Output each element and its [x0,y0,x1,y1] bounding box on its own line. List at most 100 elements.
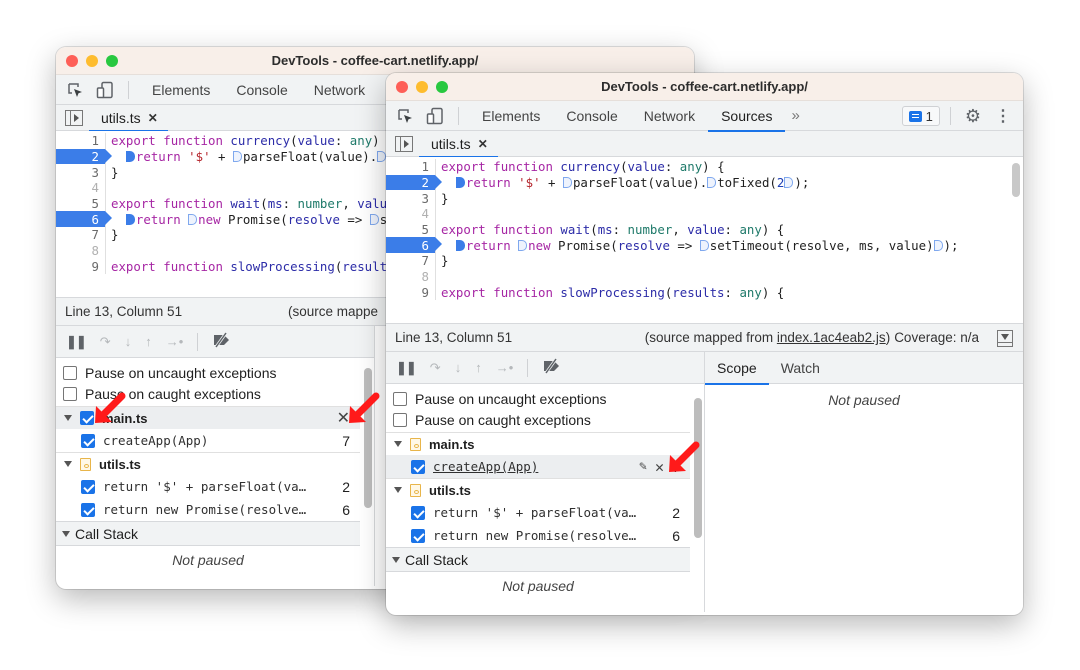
line-number[interactable]: 5 [56,195,106,212]
breakpoint-marker-icon[interactable] [455,239,465,251]
breakpoint-item[interactable]: return '$' + parseFloat(va… 2 [56,475,360,498]
line-number[interactable]: 1 [56,133,106,149]
tab-console[interactable]: Console [223,75,300,105]
code-line[interactable]: 5 export function wait(ms: number, value:… [386,221,1023,238]
line-number[interactable]: 1 [386,159,436,175]
pause-uncaught-row[interactable]: Pause on uncaught exceptions [56,362,360,383]
scrollbar[interactable] [694,398,702,538]
remove-file-breakpoints-icon[interactable]: ✕ [337,408,350,428]
inspect-element-icon[interactable] [394,105,416,127]
inline-breakpoint-icon[interactable] [377,151,387,163]
tab-scope[interactable]: Scope [705,352,769,385]
tab-watch[interactable]: Watch [769,352,832,384]
breakpoint-checkbox[interactable] [411,528,425,543]
line-number[interactable]: 5 [386,221,436,238]
pause-caught-checkbox[interactable] [393,412,407,427]
device-toolbar-icon[interactable] [424,105,446,127]
edit-breakpoint-icon[interactable]: ✎ [639,459,647,474]
file-tab-utils[interactable]: utils.ts ✕ [413,131,498,158]
code-line[interactable]: 8 [386,268,1023,285]
breakpoint-item[interactable]: createApp(App) ✎ ✕ 7 [386,455,690,478]
settings-gear-icon[interactable]: ⚙ [965,106,981,127]
breakpoint-code[interactable]: createApp(App) [433,459,639,474]
remove-breakpoint-icon[interactable]: ✕ [655,458,664,476]
close-window-button[interactable] [66,55,78,67]
breakpoint-item[interactable]: return new Promise(resolve… 6 [386,524,690,547]
step-over-icon[interactable]: ↷ [100,334,111,350]
code-line[interactable]: 9 export function slowProcessing(results:… [386,284,1023,301]
more-options-icon[interactable]: ⋮ [995,106,1011,126]
expand-icon[interactable] [64,461,72,467]
pause-caught-row[interactable]: Pause on caught exceptions [56,383,360,404]
code-line[interactable]: 1 export function currency(value: any) { [386,159,1023,175]
breakpoint-file-utils[interactable]: utils.ts [56,452,360,475]
call-stack-header[interactable]: Call Stack [386,547,690,572]
expand-icon[interactable] [62,530,70,537]
line-number[interactable]: 7 [386,253,436,269]
line-number[interactable]: 4 [386,206,436,222]
call-stack-header[interactable]: Call Stack [56,521,360,546]
breakpoint-marker-icon[interactable] [125,151,135,163]
inline-breakpoint-icon[interactable] [188,213,198,225]
line-number[interactable]: 9 [386,284,436,301]
breakpoint-item[interactable]: createApp(App) 7 [56,429,360,452]
tab-network[interactable]: Network [301,75,378,105]
pause-uncaught-checkbox[interactable] [63,365,77,380]
inline-breakpoint-icon[interactable] [707,177,717,189]
pause-caught-checkbox[interactable] [63,386,77,401]
step-out-icon[interactable]: ↑ [145,334,152,349]
title-bar[interactable]: DevTools - coffee-cart.netlify.app/ [386,73,1023,101]
inspect-element-icon[interactable] [64,79,86,101]
inline-breakpoint-icon[interactable] [933,239,943,251]
zoom-window-button[interactable] [436,81,448,93]
file-tab-utils[interactable]: utils.ts ✕ [83,105,168,132]
pause-icon[interactable]: ❚❚ [66,334,87,350]
expand-icon[interactable] [392,556,400,563]
code-line[interactable]: 6 return new Promise(resolve => setTimeo… [386,237,1023,254]
breakpoint-checkbox[interactable] [81,479,95,494]
device-toolbar-icon[interactable] [94,79,116,101]
step-out-icon[interactable]: ↑ [475,360,482,375]
code-line[interactable]: 3} [386,190,1023,207]
breakpoint-file-utils[interactable]: utils.ts [386,478,690,501]
breakpoint-line-number[interactable]: 6 [56,211,112,228]
tab-console[interactable]: Console [553,101,630,131]
inline-breakpoint-icon[interactable] [369,213,379,225]
inline-breakpoint-icon[interactable] [232,151,242,163]
file-breakpoints-checkbox[interactable] [80,411,94,425]
toggle-drawer-icon[interactable] [997,330,1013,347]
breakpoint-line-number[interactable]: 2 [386,174,442,191]
code-line[interactable]: 4 [386,206,1023,222]
breakpoint-item[interactable]: return new Promise(resolve… 6 [56,498,360,521]
breakpoint-line-number[interactable]: 2 [56,148,112,165]
tab-elements[interactable]: Elements [139,75,223,105]
inline-breakpoint-icon[interactable] [699,239,709,251]
line-number[interactable]: 4 [56,180,106,196]
close-window-button[interactable] [396,81,408,93]
close-tab-icon[interactable]: ✕ [148,111,158,125]
editor-scrollbar[interactable] [1012,163,1020,197]
source-map-link[interactable]: index.1ac4eab2.js [777,330,886,345]
issues-button[interactable]: 1 [901,106,940,126]
scrollbar[interactable] [364,368,372,508]
title-bar[interactable]: DevTools - coffee-cart.netlify.app/ [56,47,694,75]
inline-breakpoint-icon[interactable] [784,177,794,189]
step-over-icon[interactable]: ↷ [430,360,441,376]
zoom-window-button[interactable] [106,55,118,67]
inline-breakpoint-icon[interactable] [518,239,528,251]
breakpoint-checkbox[interactable] [81,502,95,517]
breakpoint-marker-icon[interactable] [125,213,135,225]
deactivate-breakpoints-icon[interactable] [212,332,232,351]
deactivate-breakpoints-icon[interactable] [542,358,562,377]
line-number[interactable]: 3 [56,164,106,181]
tab-sources[interactable]: Sources [708,101,786,132]
pause-icon[interactable]: ❚❚ [396,360,417,376]
minimize-window-button[interactable] [86,55,98,67]
step-icon[interactable]: →• [496,360,514,375]
toggle-navigator-icon[interactable] [395,135,413,152]
expand-icon[interactable] [394,441,402,447]
breakpoint-checkbox[interactable] [81,433,95,448]
expand-icon[interactable] [394,487,402,493]
step-icon[interactable]: →• [166,334,184,349]
line-number[interactable]: 8 [56,242,106,259]
